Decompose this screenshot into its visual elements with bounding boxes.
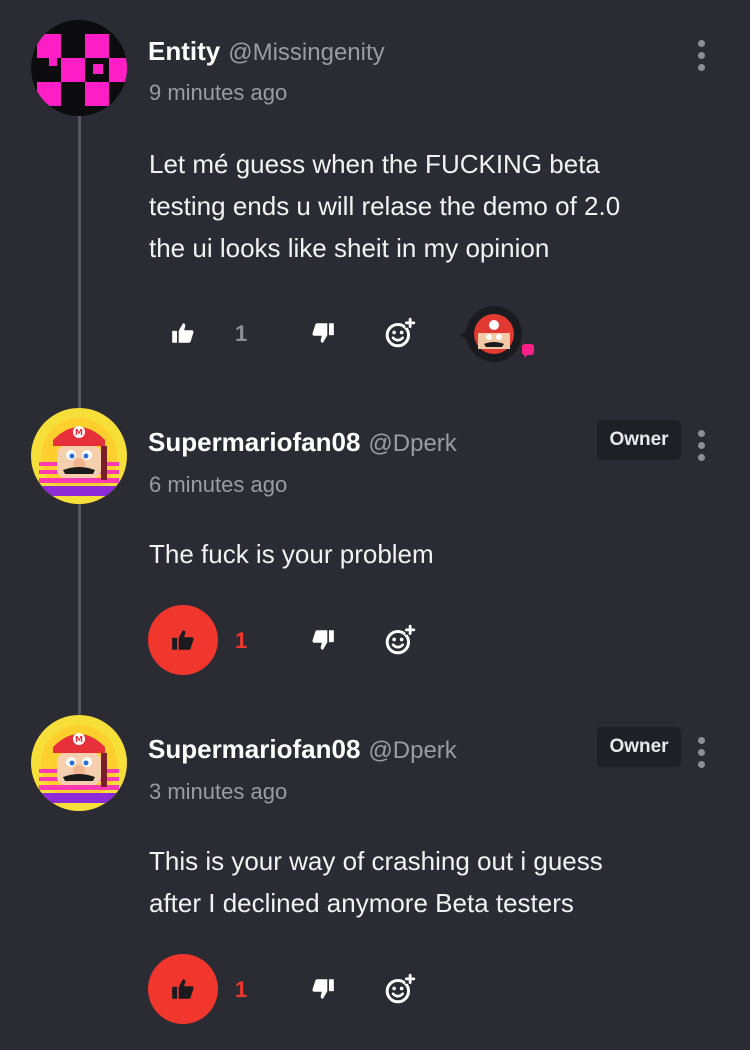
more-options-button[interactable]: [690, 430, 712, 464]
author-handle[interactable]: @Dperk: [368, 737, 456, 764]
dislike-button[interactable]: [303, 620, 343, 660]
reply-avatar-bubble: [460, 306, 534, 362]
kebab-dot: [697, 442, 705, 449]
avatar-checker-image: [31, 20, 127, 116]
comment-body: This is your way of crashing out i guess…: [149, 840, 709, 924]
kebab-dot: [697, 40, 705, 47]
comment-line: after I declined anymore Beta testers: [149, 888, 574, 918]
more-options-button[interactable]: [690, 737, 712, 771]
kebab-dot: [697, 749, 705, 756]
dislike-button[interactable]: [303, 313, 343, 353]
mario-avatar-image: M: [31, 715, 127, 811]
add-reaction-icon: [385, 973, 416, 1004]
like-button[interactable]: [148, 605, 218, 675]
author-handle[interactable]: @Dperk: [368, 430, 456, 457]
like-button[interactable]: [148, 954, 218, 1024]
author-name[interactable]: Entity @Missingenity: [148, 36, 385, 67]
add-reaction-button[interactable]: [380, 620, 420, 660]
more-options-button[interactable]: [690, 40, 712, 74]
kebab-dot: [697, 64, 705, 71]
avatar[interactable]: [31, 20, 127, 116]
add-reaction-button[interactable]: [380, 313, 420, 353]
comment-line: This is your way of crashing out i guess: [149, 846, 603, 876]
author-display-name[interactable]: Supermariofan08: [148, 427, 360, 457]
kebab-dot: [697, 761, 705, 768]
thumbs-down-icon: [312, 323, 334, 343]
comment-body: The fuck is your problem: [149, 533, 709, 575]
timestamp: 9 minutes ago: [149, 80, 288, 105]
dislike-button[interactable]: [303, 969, 343, 1009]
comment-body: Let mé guess when the FUCKING beta testi…: [149, 143, 709, 269]
author-display-name[interactable]: Entity: [148, 36, 220, 66]
thumbs-up-icon: [172, 323, 194, 343]
thumbs-up-icon: [172, 630, 194, 650]
author-name[interactable]: Supermariofan08 @Dperk: [148, 734, 457, 765]
svg-text:M: M: [75, 735, 83, 744]
kebab-dot: [697, 52, 705, 59]
like-count: 1: [235, 977, 248, 1002]
timestamp: 6 minutes ago: [149, 472, 288, 497]
author-display-name[interactable]: Supermariofan08: [148, 734, 360, 764]
like-count: 1: [235, 321, 248, 346]
comment-line: Let mé guess when the FUCKING beta: [149, 149, 600, 179]
like-count: 1: [235, 628, 248, 653]
kebab-dot: [697, 454, 705, 461]
author-name[interactable]: Supermariofan08 @Dperk: [148, 427, 457, 458]
add-reaction-button[interactable]: [380, 969, 420, 1009]
owner-badge: Owner: [597, 727, 681, 767]
avatar[interactable]: M: [31, 715, 127, 811]
add-reaction-icon: [385, 624, 416, 655]
kebab-dot: [697, 430, 705, 437]
reply-avatar-preview[interactable]: [456, 300, 546, 370]
comment-line: testing ends u will relase the demo of 2…: [149, 191, 621, 221]
thumbs-down-icon: [312, 630, 334, 650]
comment-line: the ui looks like sheit in my opinion: [149, 233, 550, 263]
comment-line: The fuck is your problem: [149, 539, 434, 569]
thumbs-down-icon: [312, 979, 334, 999]
add-reaction-icon: [385, 317, 416, 348]
avatar[interactable]: M: [31, 408, 127, 504]
like-button[interactable]: [148, 298, 218, 368]
author-handle[interactable]: @Missingenity: [228, 39, 384, 66]
timestamp: 3 minutes ago: [149, 779, 288, 804]
thumbs-up-icon: [172, 979, 194, 999]
mario-avatar-image: M: [31, 408, 127, 504]
owner-badge: Owner: [597, 420, 681, 460]
svg-text:M: M: [75, 428, 83, 437]
kebab-dot: [697, 737, 705, 744]
